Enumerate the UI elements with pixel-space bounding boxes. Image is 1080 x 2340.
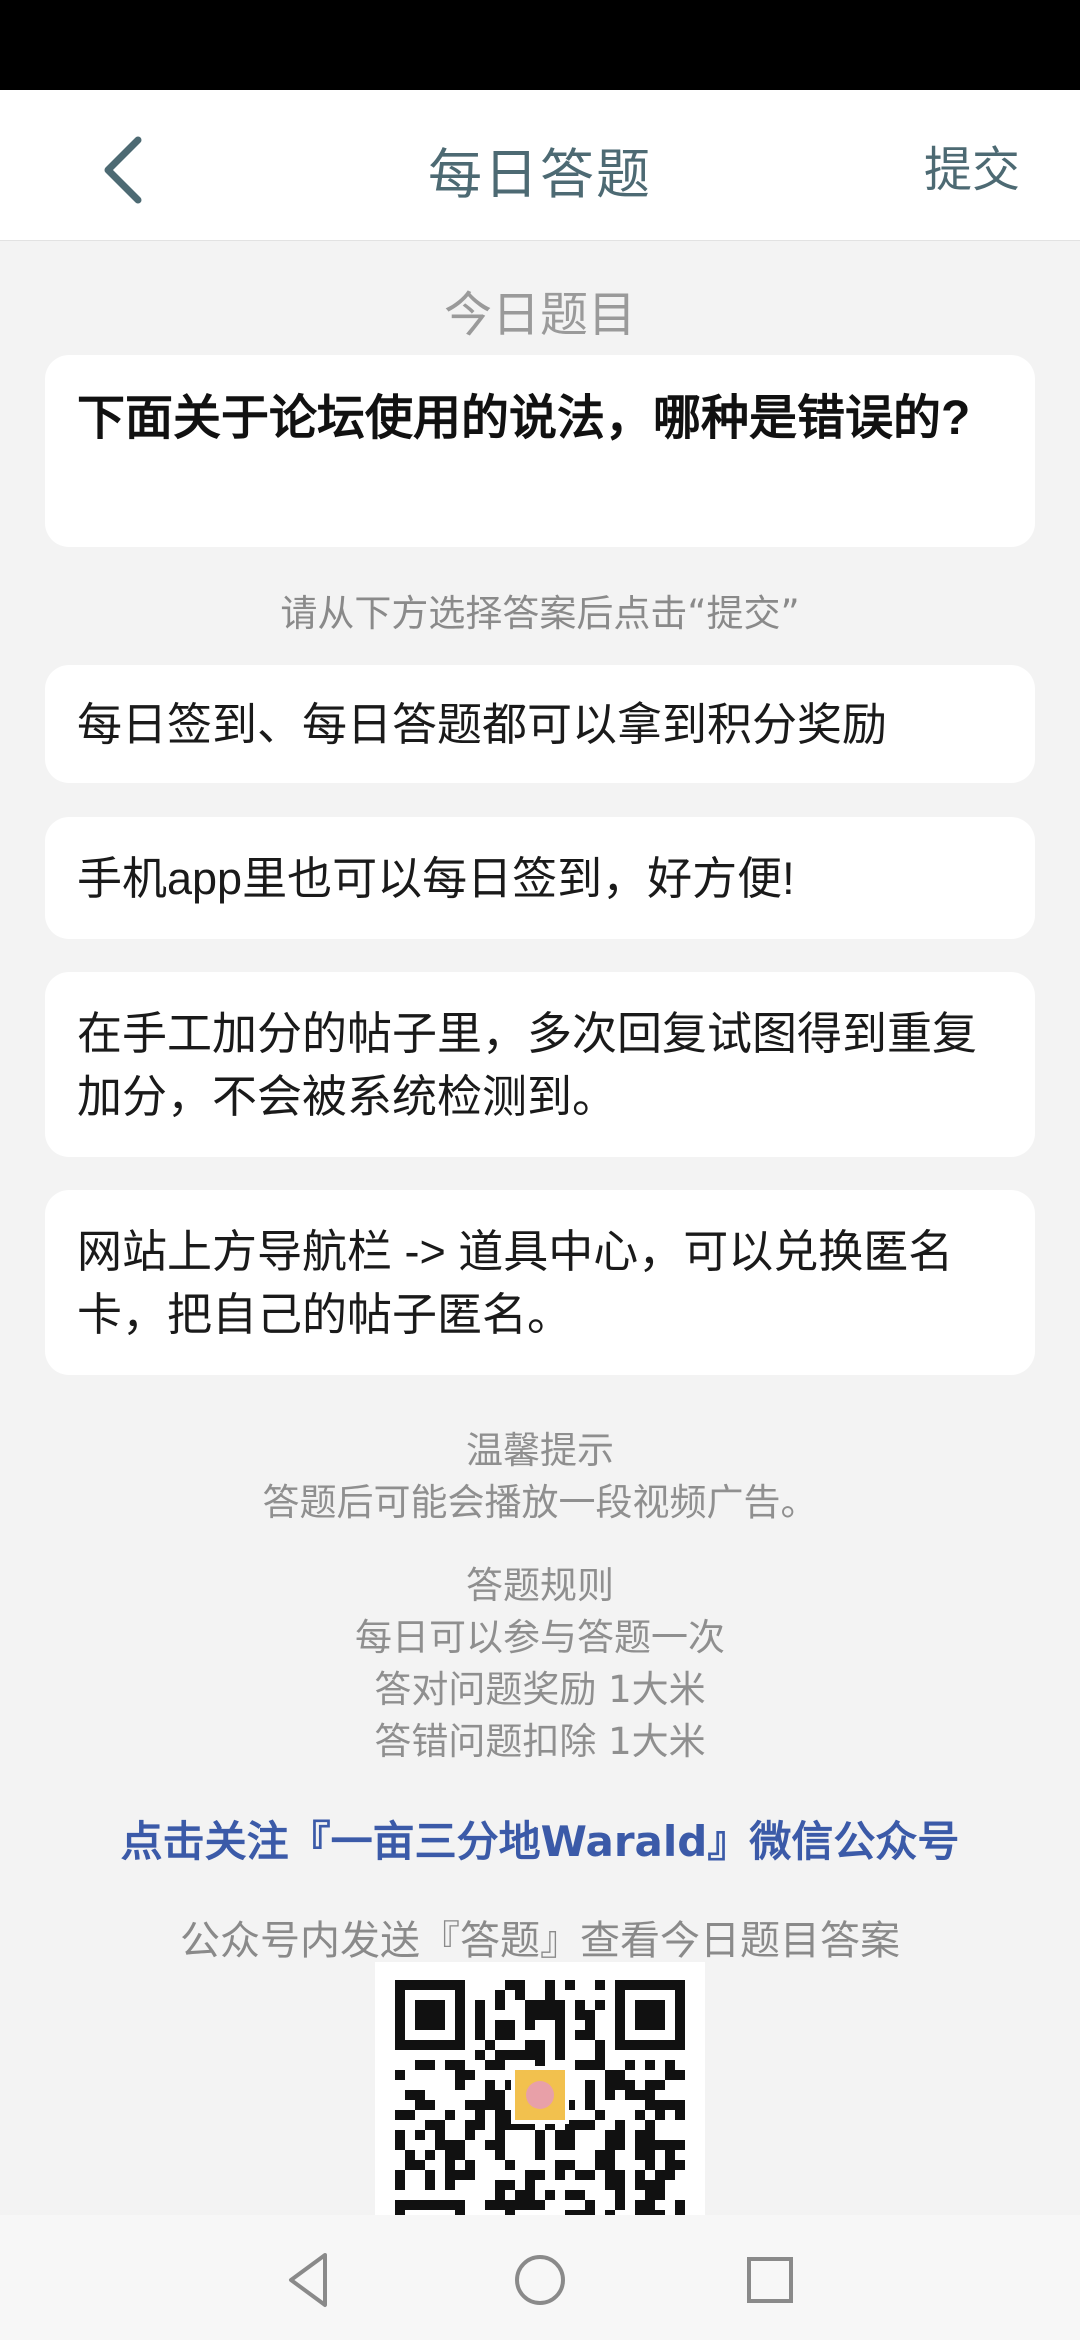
question-card: 下面关于论坛使用的说法，哪种是错误的? xyxy=(45,355,1035,547)
question-text: 下面关于论坛使用的说法，哪种是错误的? xyxy=(77,392,971,445)
rules-line: 答错问题扣除 1大米 xyxy=(374,1720,706,1763)
answer-option-text: 手机app里也可以每日签到，好方便! xyxy=(77,852,795,904)
rules-line: 答对问题奖励 1大米 xyxy=(374,1668,706,1711)
app-header: 每日答题 提交 xyxy=(0,90,1080,241)
tips-section: 温馨提示 答题后可能会播放一段视频广告。 xyxy=(0,1425,1080,1529)
status-bar xyxy=(0,0,1080,90)
answer-option-text: 每日签到、每日答题都可以拿到积分奖励 xyxy=(77,698,888,750)
send-hint: 公众号内发送『答题』查看今日题目答案 xyxy=(180,1918,900,1964)
answer-option-text: 网站上方导航栏 -> 道具中心，可以兑换匿名卡，把自己的帖子匿名。 xyxy=(77,1225,954,1340)
answer-hint: 请从下方选择答案后点击“提交” xyxy=(280,592,800,635)
square-recent-icon xyxy=(747,2257,793,2303)
answer-option-4[interactable]: 网站上方导航栏 -> 道具中心，可以兑换匿名卡，把自己的帖子匿名。 xyxy=(45,1190,1035,1375)
system-nav-bar xyxy=(0,2215,1080,2340)
answer-option-3[interactable]: 在手工加分的帖子里，多次回复试图得到重复加分，不会被系统检测到。 xyxy=(45,972,1035,1157)
answer-option-1[interactable]: 每日签到、每日答题都可以拿到积分奖励 xyxy=(45,665,1035,783)
submit-button[interactable]: 提交 xyxy=(924,130,1020,200)
answer-option-text: 在手工加分的帖子里，多次回复试图得到重复加分，不会被系统检测到。 xyxy=(77,1007,978,1122)
nav-back-button[interactable] xyxy=(275,2245,345,2315)
tips-line: 答题后可能会播放一段视频广告。 xyxy=(262,1481,818,1524)
rules-title: 答题规则 xyxy=(466,1564,614,1607)
rules-section: 答题规则 每日可以参与答题一次 答对问题奖励 1大米 答错问题扣除 1大米 xyxy=(0,1560,1080,1768)
section-label: 今日题目 xyxy=(443,287,636,343)
tips-title: 温馨提示 xyxy=(466,1429,614,1472)
nav-recent-button[interactable] xyxy=(735,2245,805,2315)
qr-code xyxy=(375,1962,705,2222)
triangle-back-icon xyxy=(289,2253,327,2307)
page-title: 每日答题 xyxy=(428,143,652,206)
follow-wechat-link[interactable]: 点击关注『一亩三分地Warald』微信公众号 xyxy=(0,1808,1080,1869)
circle-home-icon xyxy=(515,2255,565,2305)
rules-line: 每日可以参与答题一次 xyxy=(355,1616,725,1659)
nav-home-button[interactable] xyxy=(505,2245,575,2315)
answer-option-2[interactable]: 手机app里也可以每日签到，好方便! xyxy=(45,817,1035,939)
